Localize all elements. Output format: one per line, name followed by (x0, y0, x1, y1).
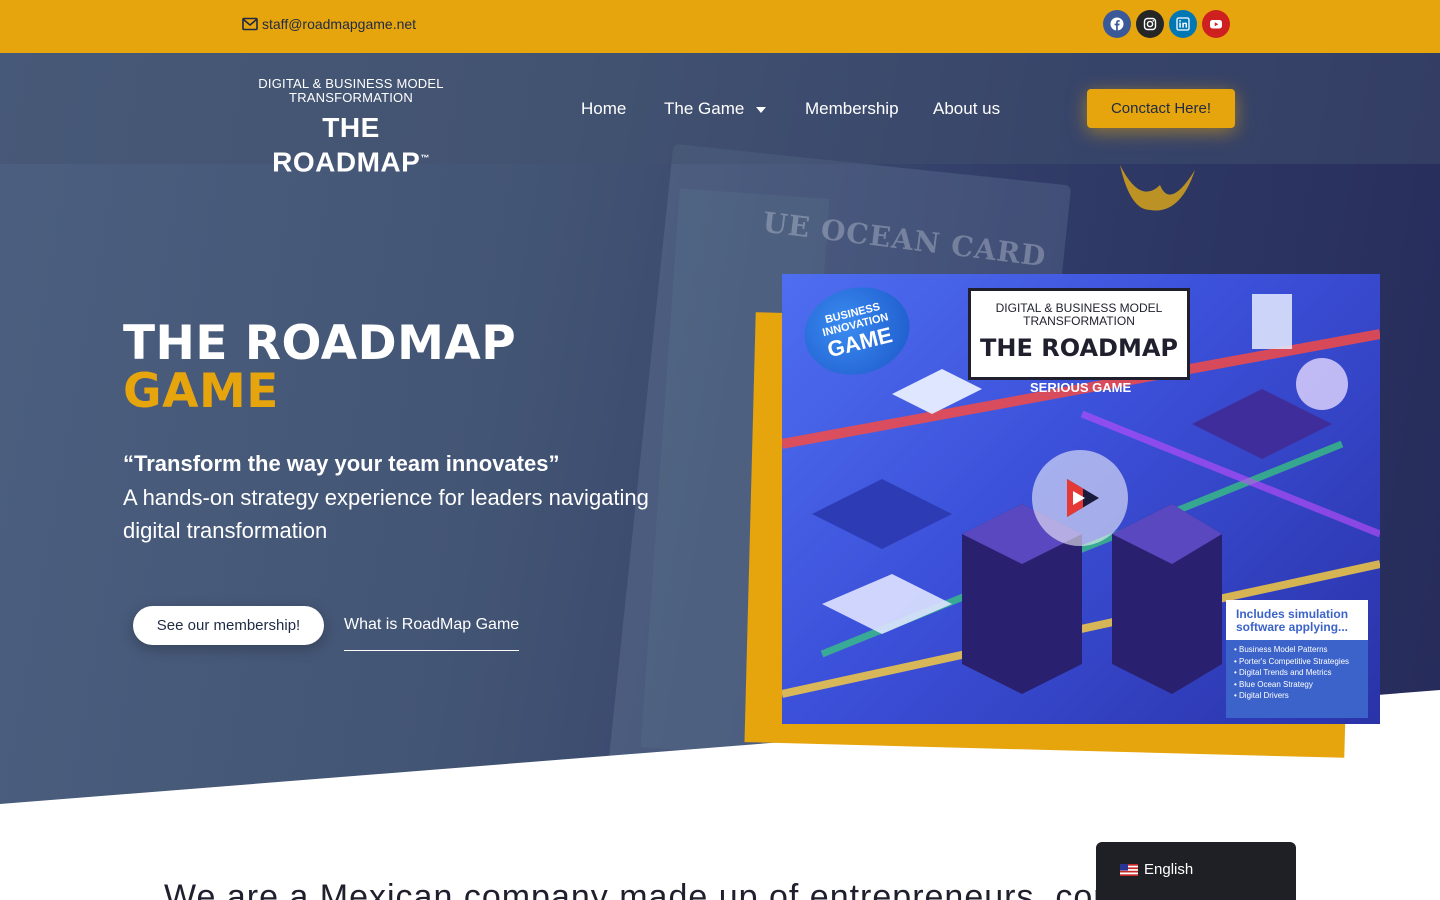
simulation-info-card: Includes simulation software applying...… (1226, 600, 1368, 718)
info-item: • Porter's Competitive Strategies (1234, 656, 1350, 666)
product-box-image[interactable]: BUSINESS INNOVATION GAME DIGITAL & BUSIN… (782, 274, 1380, 724)
linkedin-link[interactable] (1169, 10, 1197, 38)
info-item: • Digital Drivers (1234, 691, 1289, 700)
nav-the-game-label[interactable]: The Game (664, 99, 744, 118)
box-title-card: DIGITAL & BUSINESS MODEL TRANSFORMATION … (968, 288, 1190, 380)
hero-quote: “Transform the way your team innovates” (123, 451, 560, 476)
contact-button[interactable]: Conctact Here! (1087, 89, 1235, 128)
about-intro-text: We are a Mexican company made up of entr… (164, 878, 1114, 900)
info-item: • Digital Trends and Metrics (1234, 668, 1332, 677)
top-bar: staff@roadmapgame.net (0, 0, 1440, 53)
logo-trademark: ™ (420, 153, 430, 163)
hero-title: THE ROADMAP GAME (123, 320, 516, 416)
membership-button[interactable]: See our membership! (133, 606, 324, 645)
facebook-link[interactable] (1103, 10, 1131, 38)
box-tagline: SERIOUS GAME (1030, 380, 1132, 395)
hero-description: A hands-on strategy experience for leade… (123, 485, 649, 543)
nav-the-game[interactable]: The Game (664, 99, 767, 119)
linkedin-icon (1176, 17, 1190, 31)
hero-title-line1: THE ROADMAP (123, 316, 517, 371)
envelope-icon (242, 17, 258, 31)
instagram-link[interactable] (1136, 10, 1164, 38)
social-links (1103, 10, 1230, 38)
contact-email-text[interactable]: staff@roadmapgame.net (262, 16, 416, 32)
chevron-down-icon[interactable] (756, 106, 767, 113)
contact-email[interactable]: staff@roadmapgame.net (242, 16, 416, 32)
youtube-link[interactable] (1202, 10, 1230, 38)
us-flag-icon (1120, 864, 1138, 876)
logo-title: THE ROADMAP™ (248, 112, 454, 178)
facebook-icon (1110, 17, 1124, 31)
box-title-subtitle: DIGITAL & BUSINESS MODEL TRANSFORMATION (995, 301, 1163, 328)
instagram-icon (1143, 17, 1157, 31)
site-logo[interactable]: DIGITAL & BUSINESS MODEL TRANSFORMATION … (248, 77, 454, 177)
site-header: DIGITAL & BUSINESS MODEL TRANSFORMATION … (0, 53, 1440, 177)
nav-home[interactable]: Home (581, 99, 626, 119)
simulation-info-list: • Business Model Patterns • Porter's Com… (1226, 640, 1368, 718)
hero-title-line2: GAME (123, 364, 279, 419)
youtube-icon (1210, 20, 1222, 29)
info-item: • Blue Ocean Strategy (1234, 679, 1313, 689)
language-label[interactable]: English (1144, 861, 1193, 878)
play-icon (1067, 479, 1099, 517)
nav-membership[interactable]: Membership (805, 99, 899, 119)
video-play-button[interactable] (1032, 450, 1128, 546)
box-title-main: THE ROADMAP (980, 334, 1178, 362)
logo-title-text: THE ROADMAP (272, 112, 421, 178)
simulation-info-heading: Includes simulation software applying... (1226, 600, 1368, 640)
nav-about-us[interactable]: About us (933, 99, 1000, 119)
what-is-roadmap-link[interactable]: What is RoadMap Game (344, 616, 520, 651)
info-item: • Business Model Patterns (1234, 645, 1328, 654)
logo-subtitle: DIGITAL & BUSINESS MODEL TRANSFORMATION (258, 76, 444, 105)
language-switcher[interactable]: English (1096, 842, 1296, 900)
